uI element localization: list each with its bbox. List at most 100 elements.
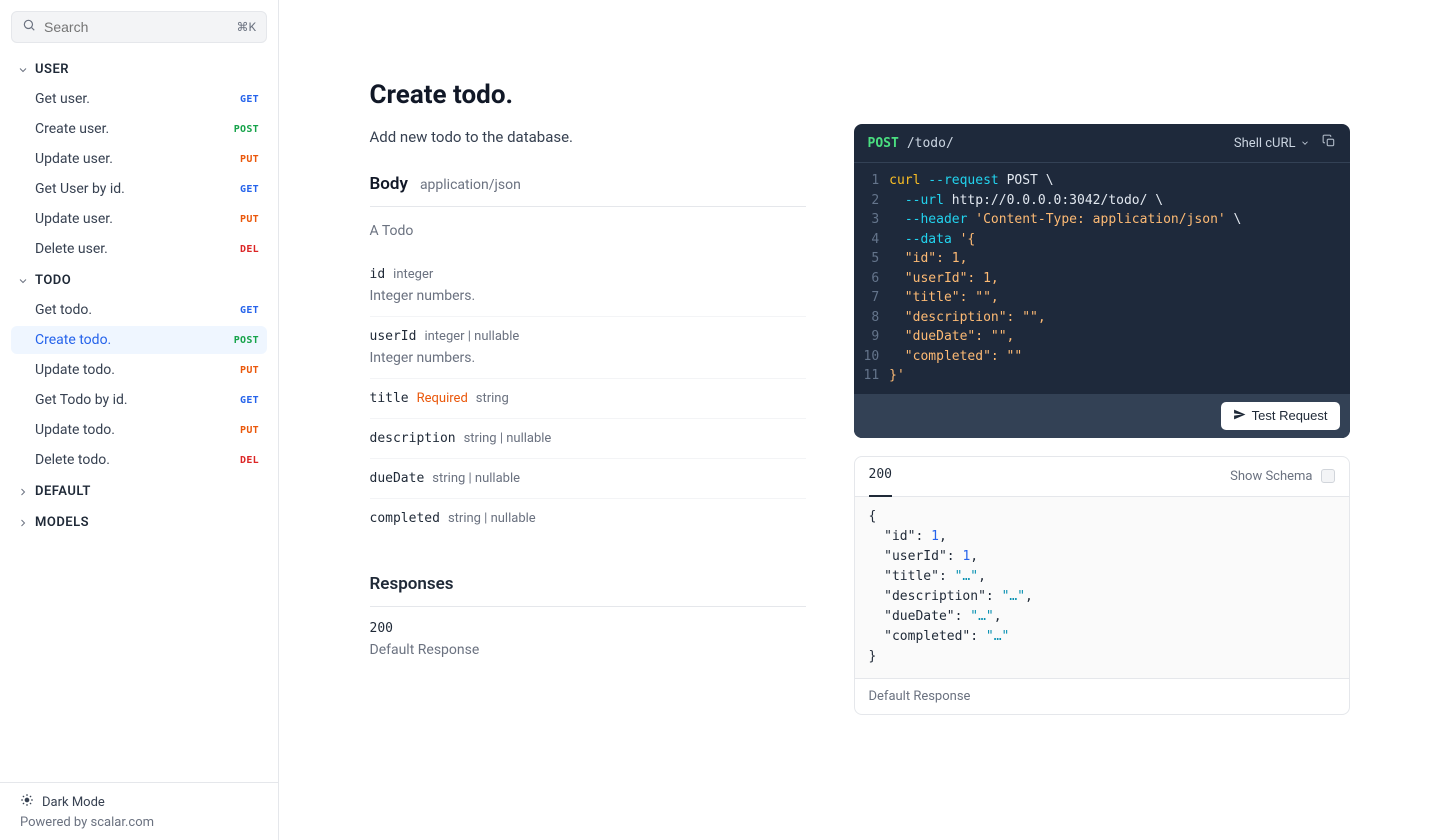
property-row: title Required string (370, 379, 806, 419)
sidebar-item[interactable]: Get user. GET (11, 85, 267, 113)
group-label: DEFAULT (35, 484, 91, 499)
property-name: completed (370, 511, 440, 526)
response-tab-200[interactable]: 200 (869, 467, 892, 486)
property-type: integer | nullable (424, 329, 519, 344)
sidebar-item-label: Update todo. (35, 422, 115, 438)
test-request-button[interactable]: Test Request (1221, 402, 1340, 430)
property-row: dueDate string | nullable (370, 459, 806, 499)
property-row: descriptionstring | nullable (370, 419, 806, 459)
group-label: USER (35, 62, 69, 77)
powered-by: Powered by scalar.com (20, 815, 258, 830)
sidebar-item[interactable]: Delete user. DEL (11, 235, 267, 263)
property-type: string | nullable (448, 511, 536, 526)
property-name: dueDate (370, 471, 425, 486)
page-title: Create todo. (370, 80, 806, 110)
sidebar-item-label: Get Todo by id. (35, 392, 128, 408)
method-badge: PUT (240, 214, 259, 225)
property-type: string | nullable (432, 471, 520, 486)
sidebar-footer: Dark Mode Powered by scalar.com (0, 782, 278, 840)
copy-icon[interactable] (1322, 134, 1336, 152)
required-badge: Required (417, 391, 468, 406)
property-row: idintegerInteger numbers. (370, 255, 806, 317)
response-desc: Default Response (370, 642, 806, 658)
search-input[interactable] (44, 19, 228, 35)
sidebar-item[interactable]: Get Todo by id. GET (11, 386, 267, 414)
dark-mode-icon (20, 793, 34, 811)
sidebar-group-models[interactable]: MODELS (11, 507, 267, 538)
responses-heading: Responses (370, 574, 806, 607)
body-label: Body (370, 174, 408, 194)
method-badge: POST (234, 335, 259, 346)
property-name: id (370, 267, 386, 282)
sidebar-item[interactable]: Create user. POST (11, 115, 267, 143)
property-row: userId integer | nullable Integer numbers. (370, 317, 806, 379)
method-badge: PUT (240, 425, 259, 436)
sidebar-item-label: Delete todo. (35, 452, 110, 468)
sidebar-item-label: Create todo. (35, 332, 111, 348)
send-icon (1233, 408, 1246, 424)
chevron-right-icon (17, 486, 29, 498)
property-type: string (476, 391, 509, 406)
schema-desc: A Todo (370, 223, 806, 239)
sidebar-item[interactable]: Update todo. PUT (11, 416, 267, 444)
property-name: title (370, 391, 409, 406)
property-desc: Integer numbers. (370, 288, 806, 304)
method-badge: DEL (240, 244, 259, 255)
sidebar-group-todo[interactable]: TODO (11, 265, 267, 296)
method-badge: GET (240, 184, 259, 195)
language-label: Shell cURL (1234, 136, 1296, 151)
sidebar-item[interactable]: Get User by id. GET (11, 175, 267, 203)
sidebar-item[interactable]: Create todo. POST (11, 326, 267, 354)
property-name: userId (370, 329, 417, 344)
method-badge: GET (240, 94, 259, 105)
method-badge: GET (240, 305, 259, 316)
group-label: TODO (35, 273, 71, 288)
method-badge: GET (240, 395, 259, 406)
property-desc: Integer numbers. (370, 350, 806, 366)
sidebar-item-label: Update todo. (35, 362, 115, 378)
sidebar-item-label: Create user. (35, 121, 109, 137)
property-row: completed string | nullable (370, 499, 806, 538)
sidebar-item[interactable]: Get todo. GET (11, 296, 267, 324)
chevron-down-icon (1300, 138, 1310, 148)
search-bar[interactable]: ⌘K (11, 11, 267, 43)
language-selector[interactable]: Shell cURL (1234, 136, 1310, 151)
sidebar-item-label: Get user. (35, 91, 90, 107)
code-path: /todo/ (907, 136, 954, 151)
group-label: MODELS (35, 515, 89, 530)
show-schema-label: Show Schema (1230, 469, 1312, 484)
dark-mode-toggle[interactable]: Dark Mode (20, 793, 258, 811)
sidebar-item-label: Update user. (35, 151, 113, 167)
sidebar: ⌘K USER Get user. GET Create user. POST Updat… (0, 0, 279, 840)
response-code: 200 (370, 621, 806, 636)
chevron-down-icon (17, 275, 29, 287)
search-icon (22, 18, 36, 36)
page-description: Add new todo to the database. (370, 128, 806, 146)
sidebar-item-label: Delete user. (35, 241, 108, 257)
response-body[interactable]: { "id": 1, "userId": 1, "title": "…", "d… (855, 497, 1349, 678)
sidebar-item-label: Get todo. (35, 302, 92, 318)
response-item: 200 Default Response (370, 607, 806, 672)
method-badge: DEL (240, 455, 259, 466)
sidebar-group-default[interactable]: DEFAULT (11, 476, 267, 507)
show-schema-toggle[interactable] (1321, 469, 1335, 483)
sidebar-item-label: Get User by id. (35, 181, 125, 197)
dark-mode-label: Dark Mode (42, 795, 105, 810)
chevron-right-icon (17, 517, 29, 529)
sidebar-item[interactable]: Update todo. PUT (11, 356, 267, 384)
sidebar-item[interactable]: Delete todo. DEL (11, 446, 267, 474)
method-badge: POST (234, 124, 259, 135)
property-name: description (370, 431, 456, 446)
chevron-down-icon (17, 64, 29, 76)
code-example-card: POST /todo/ Shell cURL (854, 124, 1350, 438)
response-example-card: 200 Show Schema { "id": 1, "userId": 1, … (854, 456, 1350, 715)
code-block[interactable]: curl --request POST \ --url http://0.0.0… (889, 171, 1255, 386)
method-badge: PUT (240, 365, 259, 376)
search-shortcut: ⌘K (236, 20, 256, 34)
sidebar-group-user[interactable]: USER (11, 54, 267, 85)
method-badge: PUT (240, 154, 259, 165)
code-method: POST (868, 136, 899, 151)
sidebar-item-label: Update user. (35, 211, 113, 227)
sidebar-item[interactable]: Update user. PUT (11, 205, 267, 233)
sidebar-item[interactable]: Update user. PUT (11, 145, 267, 173)
